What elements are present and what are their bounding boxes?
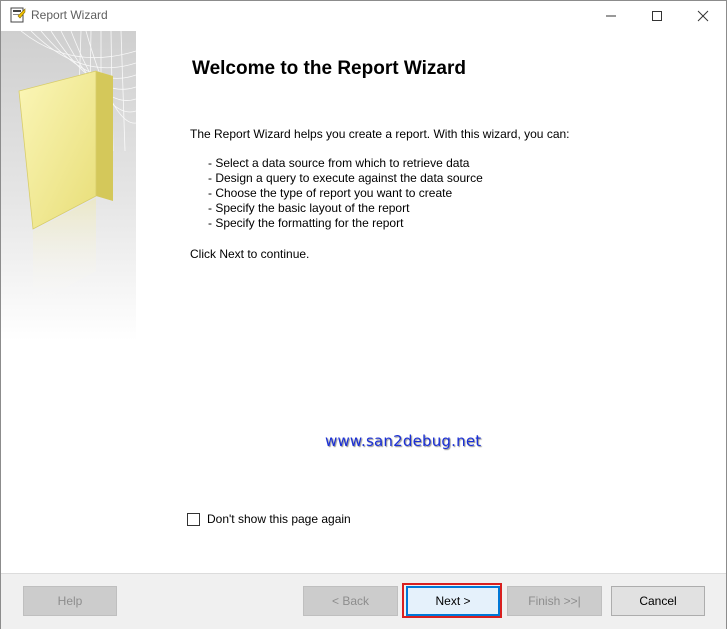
wizard-side-artwork bbox=[1, 31, 136, 341]
finish-button[interactable]: Finish >>| bbox=[507, 586, 602, 616]
wizard-content-panel: Welcome to the Report Wizard The Report … bbox=[136, 31, 726, 573]
dont-show-again-label: Don't show this page again bbox=[207, 512, 351, 526]
wizard-button-bar: Help < Back Next > Finish >>| Cancel bbox=[1, 573, 726, 629]
maximize-icon bbox=[652, 11, 662, 21]
list-item: - Choose the type of report you want to … bbox=[208, 186, 453, 200]
dont-show-again-checkbox[interactable] bbox=[187, 512, 200, 526]
report-wizard-window: Report Wizard Welcome to the Report Wiza… bbox=[0, 0, 727, 629]
minimize-button[interactable] bbox=[588, 1, 634, 31]
close-icon bbox=[697, 10, 709, 22]
list-item: - Specify the basic layout of the report bbox=[208, 201, 410, 215]
window-title: Report Wizard bbox=[31, 8, 108, 22]
maximize-button[interactable] bbox=[634, 1, 680, 31]
intro-text: The Report Wizard helps you create a rep… bbox=[190, 127, 570, 141]
list-item: - Specify the formatting for the report bbox=[208, 216, 404, 230]
page-title: Welcome to the Report Wizard bbox=[192, 58, 466, 79]
watermark-text: www.san2debug.net bbox=[325, 432, 482, 450]
cancel-button[interactable]: Cancel bbox=[611, 586, 705, 616]
next-button[interactable]: Next > bbox=[406, 586, 500, 616]
capabilities-list: - Select a data source from which to ret… bbox=[208, 156, 483, 231]
list-item: - Select a data source from which to ret… bbox=[208, 156, 470, 170]
minimize-icon bbox=[606, 15, 616, 17]
dont-show-again-option[interactable]: Don't show this page again bbox=[187, 512, 351, 526]
instruction-text: Click Next to continue. bbox=[190, 247, 310, 261]
help-button[interactable]: Help bbox=[23, 586, 117, 616]
report-wizard-app-icon bbox=[10, 7, 26, 23]
title-bar[interactable]: Report Wizard bbox=[1, 1, 726, 31]
close-button[interactable] bbox=[680, 1, 726, 31]
back-button[interactable]: < Back bbox=[303, 586, 398, 616]
list-item: - Design a query to execute against the … bbox=[208, 171, 483, 185]
